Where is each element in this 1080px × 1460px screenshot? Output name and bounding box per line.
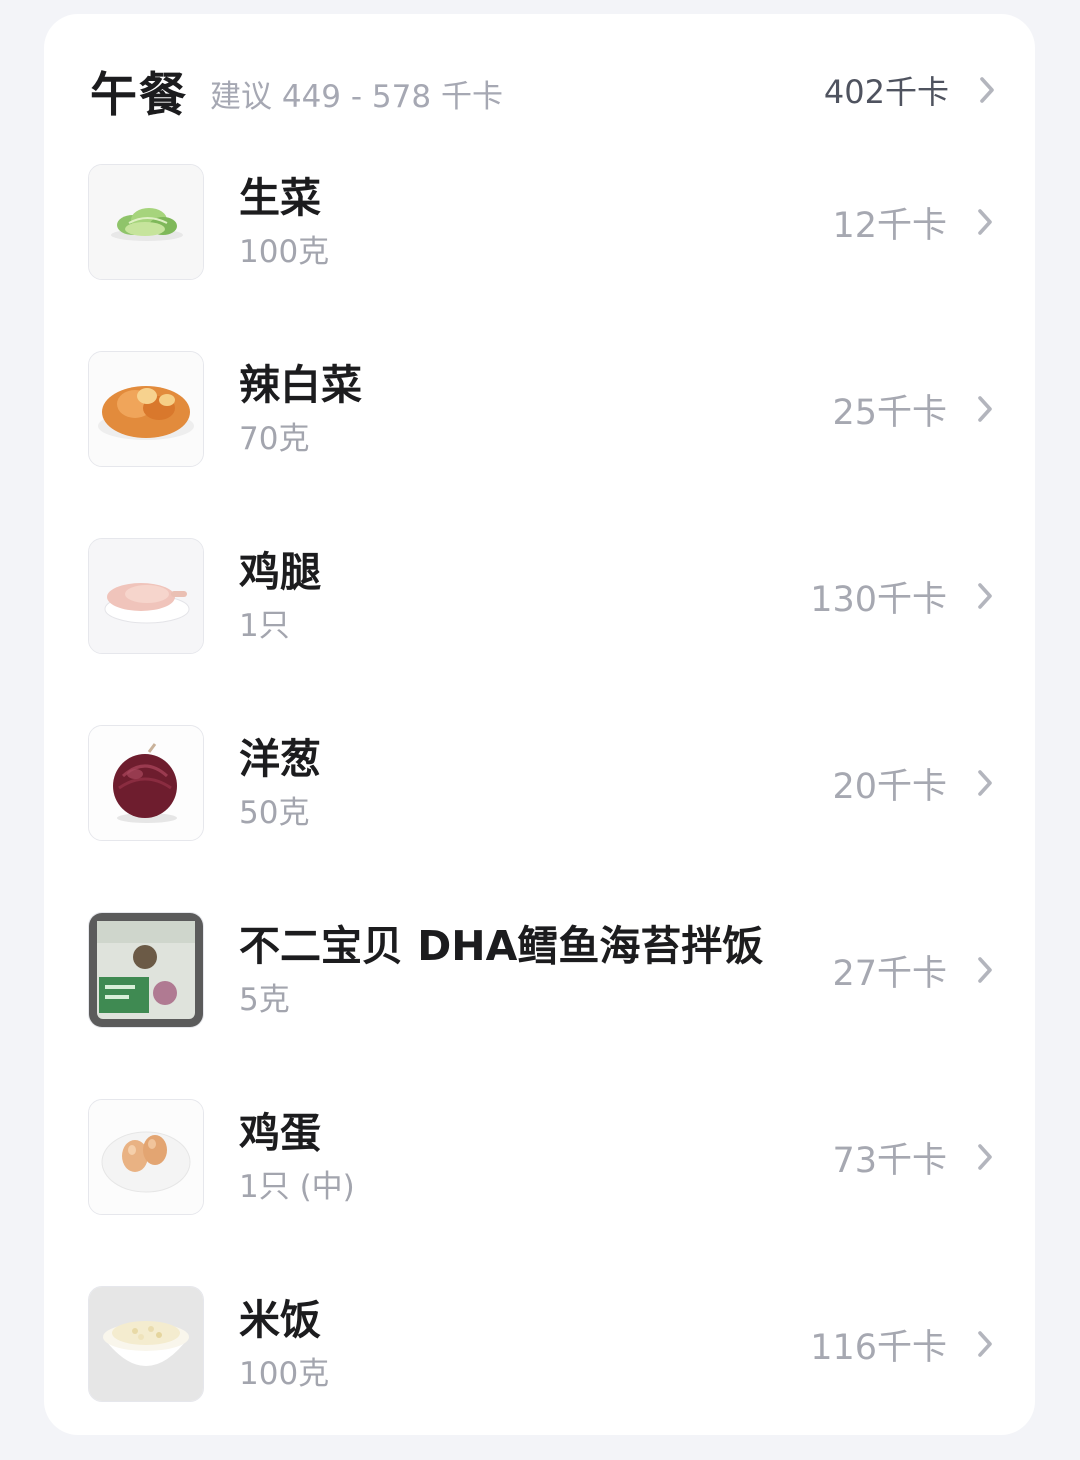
food-item-kimchi[interactable]: 辣白菜 70克 25千卡 <box>88 351 993 467</box>
food-amount: 100克 <box>239 1356 330 1392</box>
food-name: 不二宝贝 DHA鳕鱼海苔拌饭 <box>239 922 764 970</box>
meal-title: 午餐 <box>90 67 188 123</box>
food-name: 鸡腿 <box>239 548 321 596</box>
food-name: 辣白菜 <box>239 361 362 409</box>
chevron-right-icon <box>949 70 995 110</box>
chevron-right-icon <box>947 202 993 242</box>
food-item-rice[interactable]: 米饭 100克 116千卡 <box>88 1286 993 1402</box>
food-kcal: 116千卡 <box>810 1327 947 1368</box>
food-name: 米饭 <box>239 1296 321 1344</box>
food-kcal: 20千卡 <box>832 766 947 807</box>
food-amount: 50克 <box>239 795 310 831</box>
food-name: 洋葱 <box>239 735 321 783</box>
chevron-right-icon <box>947 950 993 990</box>
eggs-icon <box>88 1099 204 1215</box>
rice-bowl-icon <box>88 1286 204 1402</box>
food-kcal: 130千卡 <box>810 579 947 620</box>
food-kcal: 73千卡 <box>832 1140 947 1181</box>
food-item-chicken-leg[interactable]: 鸡腿 1只 130千卡 <box>88 538 993 654</box>
meal-header: 午餐 建议 449 - 578 千卡 402千卡 <box>90 62 995 123</box>
chicken-leg-icon <box>88 538 204 654</box>
food-amount: 70克 <box>239 421 310 457</box>
chevron-right-icon <box>947 1324 993 1364</box>
chevron-right-icon <box>947 389 993 429</box>
meal-total-button[interactable]: 402千卡 <box>824 67 995 113</box>
food-kcal: 25千卡 <box>832 392 947 433</box>
lettuce-icon <box>88 164 204 280</box>
meal-total-kcal: 402千卡 <box>823 73 949 111</box>
food-item-lettuce[interactable]: 生菜 100克 12千卡 <box>88 164 993 280</box>
food-kcal: 12千卡 <box>832 205 947 246</box>
calorie-suggestion: 建议 449 - 578 千卡 <box>210 78 503 115</box>
food-item-onion[interactable]: 洋葱 50克 20千卡 <box>88 725 993 841</box>
chevron-right-icon <box>947 763 993 803</box>
food-item-seasoning-package[interactable]: 不二宝贝 DHA鳕鱼海苔拌饭 5克 27千卡 <box>88 912 993 1028</box>
seasoning-package-icon <box>88 912 204 1028</box>
food-name: 鸡蛋 <box>239 1109 321 1157</box>
food-kcal: 27千卡 <box>832 953 947 994</box>
chevron-right-icon <box>947 576 993 616</box>
food-amount: 1只 (中) <box>239 1169 355 1205</box>
food-amount: 1只 <box>239 608 290 644</box>
onion-icon <box>88 725 204 841</box>
chevron-right-icon <box>947 1137 993 1177</box>
food-amount: 100克 <box>239 234 330 270</box>
food-item-eggs[interactable]: 鸡蛋 1只 (中) 73千卡 <box>88 1099 993 1215</box>
kimchi-icon <box>88 351 204 467</box>
food-amount: 5克 <box>239 982 290 1018</box>
lunch-card: 午餐 建议 449 - 578 千卡 402千卡 生菜 100克 12千卡 辣白… <box>44 14 1035 1435</box>
food-name: 生菜 <box>239 174 321 222</box>
